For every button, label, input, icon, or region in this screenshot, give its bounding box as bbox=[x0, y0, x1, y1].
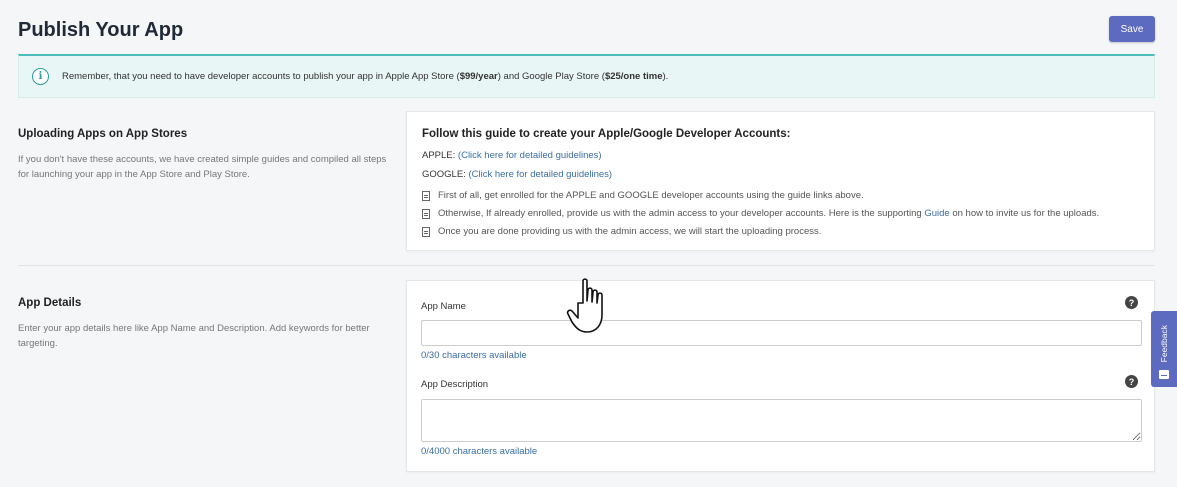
guide-step: First of all, get enrolled for the APPLE… bbox=[422, 190, 1139, 201]
apple-guide-line: APPLE: (Click here for detailed guidelin… bbox=[422, 150, 1139, 161]
guide-step: Once you are done providing us with the … bbox=[422, 226, 1139, 237]
uploading-heading: Uploading Apps on App Stores bbox=[18, 128, 188, 140]
feedback-tab[interactable]: Feedback bbox=[1151, 311, 1177, 387]
page-header: Publish Your App Save bbox=[18, 16, 1155, 56]
guide-step-text: Otherwise, If already enrolled, provide … bbox=[438, 208, 1099, 219]
app-name-input[interactable] bbox=[421, 320, 1142, 346]
guide-title: Follow this guide to create your Apple/G… bbox=[422, 128, 791, 140]
developer-guide-card: Follow this guide to create your Apple/G… bbox=[406, 111, 1155, 251]
app-description-char-count: 0/4000 characters available bbox=[421, 446, 538, 457]
app-name-label: App Name bbox=[421, 301, 466, 312]
page-title: Publish Your App bbox=[18, 19, 184, 41]
hand-pointer-cursor-icon bbox=[566, 278, 603, 333]
document-icon bbox=[422, 226, 430, 237]
uploading-description: If you don't have these accounts, we hav… bbox=[18, 154, 387, 180]
app-details-heading: App Details bbox=[18, 297, 82, 309]
google-guide-link[interactable]: (Click here for detailed guidelines) bbox=[468, 169, 612, 180]
app-details-card: App Name ? 0/30 characters available App… bbox=[406, 280, 1155, 472]
google-label: GOOGLE: bbox=[422, 169, 466, 180]
notice-text: Remember, that you need to have develope… bbox=[62, 71, 668, 82]
notice-text-after: ). bbox=[662, 71, 669, 82]
app-details-section-info: App Details Enter your app details here … bbox=[18, 297, 388, 351]
invite-guide-link[interactable]: Guide bbox=[924, 208, 949, 219]
feedback-label: Feedback bbox=[1159, 324, 1169, 362]
guide-step-text: Once you are done providing us with the … bbox=[438, 226, 822, 237]
guide-steps: First of all, get enrolled for the APPLE… bbox=[422, 190, 1139, 237]
notice-text-before: Remember, that you need to have develope… bbox=[62, 71, 460, 82]
feedback-icon bbox=[1159, 370, 1169, 379]
notice-text-middle: ) and Google Play Store ( bbox=[497, 71, 605, 82]
uploading-section-info: Uploading Apps on App Stores If you don'… bbox=[18, 128, 388, 182]
app-details-description: Enter your app details here like App Nam… bbox=[18, 323, 370, 349]
guide-step-text-before: Otherwise, If already enrolled, provide … bbox=[438, 208, 925, 219]
app-description-label: App Description bbox=[421, 379, 489, 390]
document-icon bbox=[422, 208, 430, 219]
apple-label: APPLE: bbox=[422, 150, 456, 161]
guide-step-text-after: on how to invite us for the uploads. bbox=[949, 208, 1100, 219]
app-description-input[interactable] bbox=[421, 399, 1142, 442]
help-icon[interactable]: ? bbox=[1125, 296, 1138, 309]
info-icon: i bbox=[32, 68, 49, 85]
help-icon[interactable]: ? bbox=[1125, 375, 1138, 388]
notice-banner: i Remember, that you need to have develo… bbox=[18, 54, 1155, 98]
app-name-char-count: 0/30 characters available bbox=[421, 350, 527, 361]
document-icon bbox=[422, 190, 430, 201]
apple-guide-link[interactable]: (Click here for detailed guidelines) bbox=[458, 150, 602, 161]
guide-step-text: First of all, get enrolled for the APPLE… bbox=[438, 190, 864, 201]
google-guide-line: GOOGLE: (Click here for detailed guideli… bbox=[422, 169, 1139, 180]
apple-price: $99/year bbox=[459, 71, 498, 82]
guide-step: Otherwise, If already enrolled, provide … bbox=[422, 208, 1139, 219]
google-price: $25/one time bbox=[604, 71, 663, 82]
section-divider bbox=[18, 265, 1155, 266]
save-button[interactable]: Save bbox=[1109, 16, 1155, 42]
